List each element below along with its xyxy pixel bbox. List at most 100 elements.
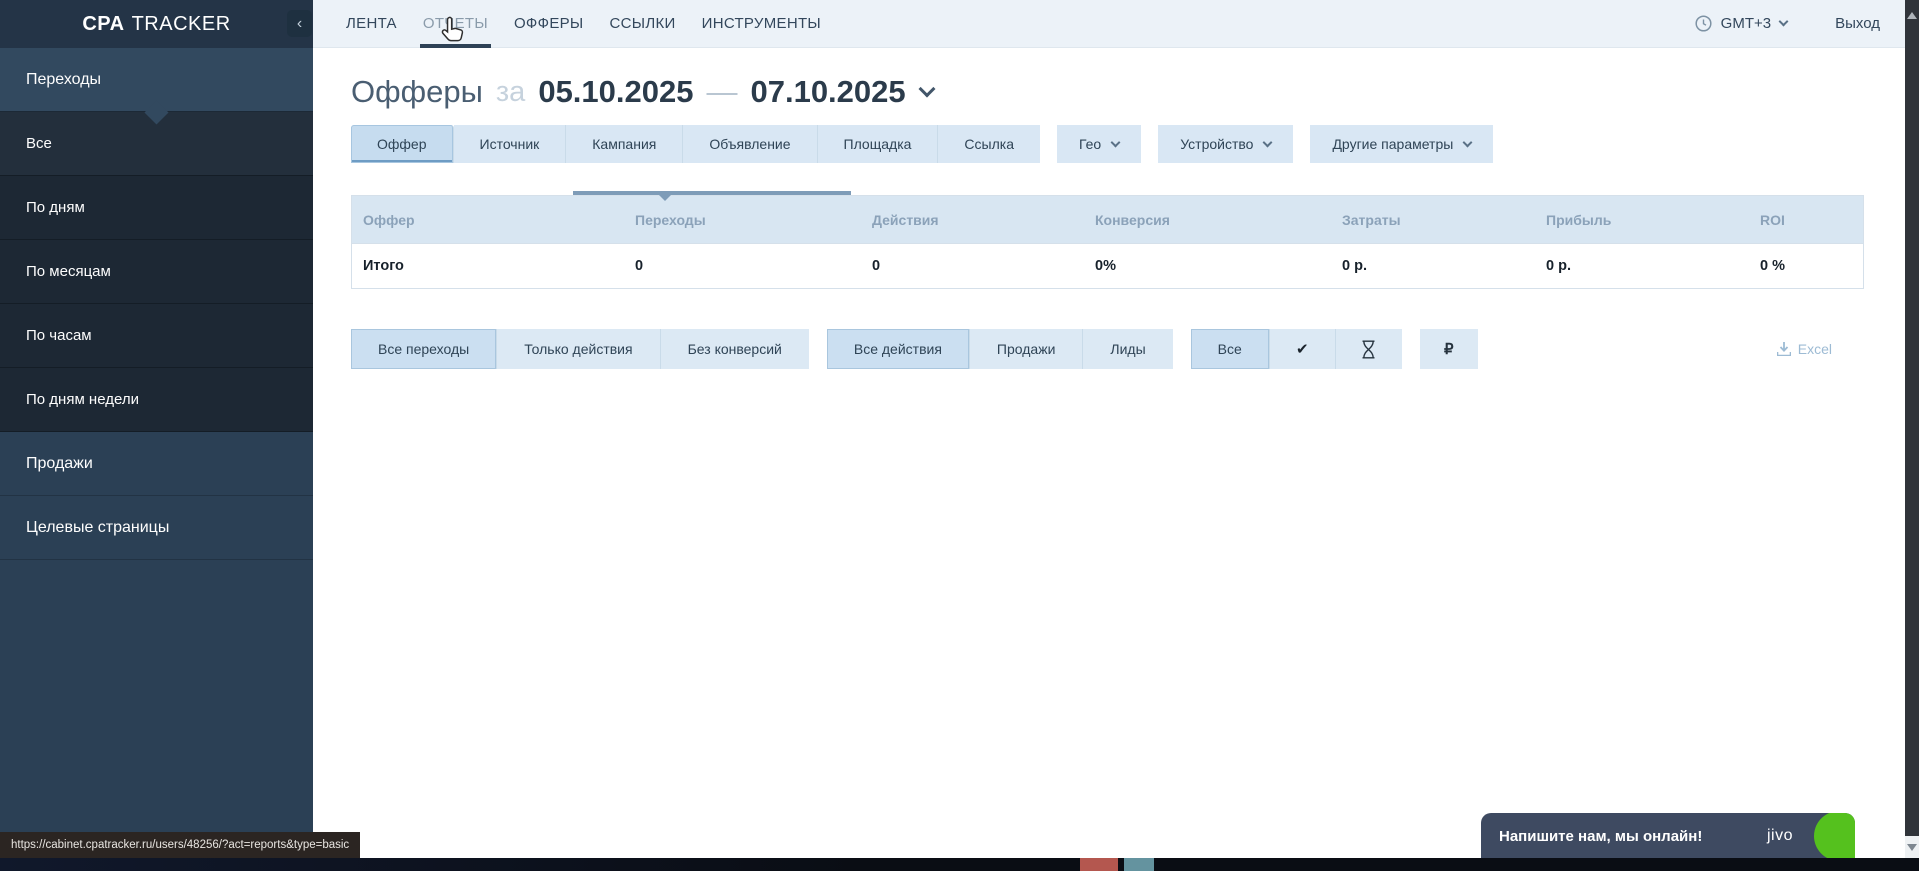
dimension-tab-group: Оффер Источник Кампания Объявление Площа… — [351, 125, 1040, 163]
ruble-icon: ₽ — [1444, 340, 1454, 358]
tab-offer[interactable]: Оффер — [351, 125, 454, 163]
date-to[interactable]: 07.10.2025 — [750, 74, 905, 110]
filter-bez-konversiy[interactable]: Без конверсий — [661, 329, 809, 369]
vertical-scrollbar[interactable] — [1905, 0, 1919, 871]
totals-roi: 0 % — [1740, 258, 1863, 274]
taskbar-red-fragment — [1080, 858, 1118, 871]
sidebar-item-po-dnyam[interactable]: По дням — [0, 176, 313, 240]
totals-profit: 0 р. — [1526, 258, 1740, 274]
logout-link[interactable]: Выход — [1835, 15, 1880, 32]
sidebar-item-label: По дням недели — [26, 391, 139, 408]
currency-ruble-button[interactable]: ₽ — [1420, 329, 1478, 369]
chevron-down-icon — [1263, 137, 1273, 147]
sidebar-item-po-chasam[interactable]: По часам — [0, 304, 313, 368]
app-logo[interactable]: CPA TRACKER — [0, 0, 313, 48]
column-header-deystviya[interactable]: Действия — [852, 212, 1075, 228]
column-header-roi[interactable]: ROI — [1740, 212, 1863, 228]
sidebar-item-label: По месяцам — [26, 263, 111, 280]
sidebar-item-po-dnyam-nedeli[interactable]: По дням недели — [0, 368, 313, 432]
scroll-up-arrow-icon[interactable] — [1907, 7, 1917, 19]
nav-item-ssylki[interactable]: ССЫЛКИ — [610, 15, 676, 32]
filter-prodazhi[interactable]: Продажи — [970, 329, 1083, 369]
chevron-down-icon — [1463, 137, 1473, 147]
dropdown-drugie-parametry[interactable]: Другие параметры — [1310, 125, 1493, 163]
actions-filter-group: Все действия Продажи Лиды — [827, 329, 1173, 369]
sidebar-item-label: Все — [26, 135, 52, 152]
column-header-pribyl[interactable]: Прибыль — [1526, 212, 1740, 228]
report-preposition: за — [496, 76, 525, 109]
sidebar-item-label: Продажи — [26, 455, 93, 473]
column-header-zatraty[interactable]: Затраты — [1322, 212, 1526, 228]
sidebar-item-label: Переходы — [26, 71, 101, 89]
nav-item-instrumenty[interactable]: ИНСТРУМЕНТЫ — [702, 15, 821, 32]
cursor-hand-icon — [438, 15, 466, 52]
date-from[interactable]: 05.10.2025 — [538, 74, 693, 110]
filter-vse-deystviya[interactable]: Все действия — [827, 329, 970, 369]
check-icon: ✔ — [1296, 340, 1309, 358]
dimension-tabs-row: Оффер Источник Кампания Объявление Площа… — [351, 125, 1864, 163]
report-heading: Офферы за 05.10.2025 — 07.10.2025 — [351, 74, 1864, 110]
tab-istochnik[interactable]: Источник — [454, 125, 567, 163]
column-header-offer[interactable]: Оффер — [352, 212, 615, 228]
nav-item-lenta[interactable]: ЛЕНТА — [346, 15, 397, 32]
filter-tolko-deystviya[interactable]: Только действия — [497, 329, 660, 369]
filter-buttons-row: Все переходы Только действия Без конверс… — [351, 329, 1864, 369]
filter-lidy[interactable]: Лиды — [1083, 329, 1172, 369]
chat-message: Напишите нам, мы онлайн! — [1499, 828, 1702, 845]
report-title: Офферы — [351, 74, 483, 110]
totals-clicks: 0 — [615, 258, 852, 274]
totals-row: Итого 0 0 0% 0 р. 0 р. 0 % — [352, 243, 1863, 288]
clock-icon — [1695, 15, 1712, 32]
column-header-konversiya[interactable]: Конверсия — [1075, 212, 1322, 228]
sidebar-item-po-mesyacam[interactable]: По месяцам — [0, 240, 313, 304]
filter-status-vse[interactable]: Все — [1191, 329, 1270, 369]
chat-widget[interactable]: Напишите нам, мы онлайн! jivo — [1481, 813, 1855, 859]
totals-label: Итого — [352, 258, 615, 274]
browser-status-url: https://cabinet.cpatracker.ru/users/4825… — [0, 832, 360, 858]
taskbar-strip — [0, 858, 1919, 871]
tab-obyavlenie[interactable]: Объявление — [683, 125, 817, 163]
chat-brand: jivo — [1767, 827, 1793, 845]
sidebar-item-celevye-stranicy[interactable]: Целевые страницы — [0, 496, 313, 560]
sidebar-item-label: По часам — [26, 327, 92, 344]
dropdown-geo[interactable]: Гео — [1057, 125, 1141, 163]
chevron-down-icon — [1111, 137, 1121, 147]
sidebar-item-prodazhi[interactable]: Продажи — [0, 432, 313, 496]
scroll-down-arrow-icon — [1907, 844, 1917, 856]
scrollbar-bottom-button[interactable] — [1905, 836, 1919, 858]
timezone-label: GMT+3 — [1721, 15, 1771, 32]
main-nav: ЛЕНТА ОТЧЕТЫ ОФФЕРЫ ССЫЛКИ ИНСТРУМЕНТЫ — [346, 15, 821, 32]
tab-ploshchadka[interactable]: Площадка — [818, 125, 939, 163]
totals-costs: 0 р. — [1322, 258, 1526, 274]
filter-vse-perekhody[interactable]: Все переходы — [351, 329, 497, 369]
logo-bold: CPA — [82, 13, 124, 36]
date-range-chevron-icon[interactable] — [918, 80, 935, 97]
sidebar: CPA TRACKER Переходы Все По дням По меся… — [0, 0, 313, 871]
table-header-row: Оффер Переходы Действия Конверсия Затрат… — [352, 196, 1863, 243]
chevron-left-icon: ‹ — [297, 15, 302, 33]
date-range-dash: — — [706, 74, 737, 110]
filter-status-confirmed[interactable]: ✔ — [1270, 329, 1336, 369]
traffic-filter-group: Все переходы Только действия Без конверс… — [351, 329, 809, 369]
column-header-perekhody[interactable]: Переходы — [615, 212, 852, 228]
report-table: Оффер Переходы Действия Конверсия Затрат… — [351, 195, 1864, 289]
sidebar-item-label: По дням — [26, 199, 85, 216]
main-content: Офферы за 05.10.2025 — 07.10.2025 Оффер … — [313, 48, 1905, 871]
sidebar-collapse-button[interactable]: ‹ — [287, 10, 312, 37]
top-navigation-bar: ЛЕНТА ОТЧЕТЫ ОФФЕРЫ ССЫЛКИ ИНСТРУМЕНТЫ G… — [313, 0, 1905, 48]
nav-item-offery[interactable]: ОФФЕРЫ — [514, 15, 584, 32]
totals-conversion: 0% — [1075, 258, 1322, 274]
timezone-selector[interactable]: GMT+3 — [1695, 15, 1787, 32]
tab-kampaniya[interactable]: Кампания — [566, 125, 683, 163]
sort-indicator — [573, 191, 851, 195]
hourglass-icon — [1361, 340, 1376, 359]
totals-actions: 0 — [852, 258, 1075, 274]
jivo-leaf-icon — [1809, 813, 1855, 859]
sidebar-item-label: Целевые страницы — [26, 519, 169, 537]
filter-status-pending[interactable] — [1336, 329, 1402, 369]
chevron-down-icon — [1779, 17, 1789, 27]
dropdown-ustroystvo[interactable]: Устройство — [1158, 125, 1293, 163]
download-icon — [1777, 342, 1791, 356]
tab-ssylka[interactable]: Ссылка — [938, 125, 1040, 163]
export-excel-link[interactable]: Excel — [1777, 341, 1832, 357]
